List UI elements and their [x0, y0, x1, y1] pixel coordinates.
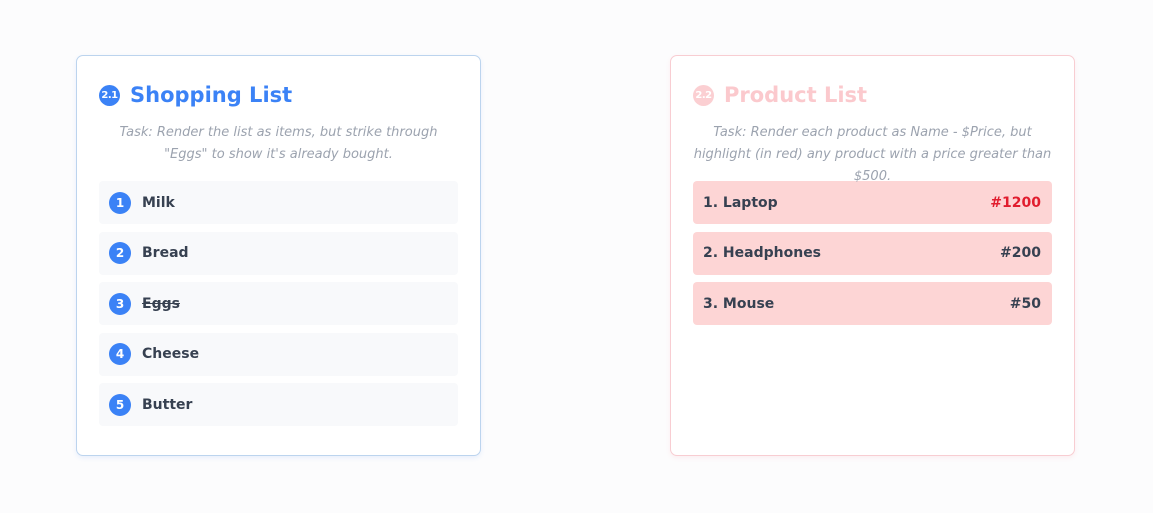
shopping-list-title: Shopping List	[130, 83, 293, 107]
product-row: 3. Mouse #50	[693, 282, 1052, 325]
item-label: Butter	[142, 396, 193, 413]
product-name: 1. Laptop	[703, 194, 778, 211]
item-label: Milk	[142, 194, 175, 211]
item-number-badge: 1	[109, 191, 131, 214]
product-price: #50	[1009, 295, 1041, 312]
item-label-struck: Eggs	[142, 295, 180, 312]
item-number-badge: 5	[109, 393, 131, 416]
product-items-list: 1. Laptop #1200 2. Headphones #200 3. Mo…	[693, 181, 1052, 325]
product-row: 2. Headphones #200	[693, 231, 1052, 275]
list-item: 2 Bread	[99, 231, 458, 275]
shopping-list-card: 2.1 Shopping List Task: Render the list …	[76, 55, 481, 456]
section-badge: 2.1	[99, 84, 120, 106]
product-list-title: Product List	[724, 83, 868, 107]
product-task-description: Task: Render each product as Name - $Pri…	[693, 125, 1052, 184]
product-list-header: 2.2 Product List	[693, 80, 1052, 110]
item-number-badge: 3	[109, 292, 131, 315]
shopping-task-description: Task: Render the list as items, but stri…	[119, 125, 438, 162]
list-item: 1 Milk	[99, 181, 458, 224]
list-item: 5 Butter	[99, 383, 458, 426]
list-item: 3 Eggs	[99, 282, 458, 325]
product-price: #200	[1000, 245, 1041, 261]
product-name: 3. Mouse	[703, 295, 775, 312]
shopping-list-header: 2.1 Shopping List	[99, 80, 458, 110]
item-number-badge: 2	[109, 242, 131, 264]
item-label: Cheese	[142, 346, 200, 362]
item-label: Bread	[142, 245, 189, 261]
product-name: 2. Headphones	[703, 245, 822, 261]
shopping-items-list: 1 Milk 2 Bread 3 Eggs 4 Cheese 5 Butter	[99, 181, 458, 426]
list-item: 4 Cheese	[99, 332, 458, 376]
product-price-highlighted: #1200	[990, 194, 1041, 211]
section-badge: 2.2	[693, 84, 714, 106]
product-list-card: 2.2 Product List Task: Render each produ…	[670, 55, 1075, 456]
item-number-badge: 4	[109, 343, 131, 365]
